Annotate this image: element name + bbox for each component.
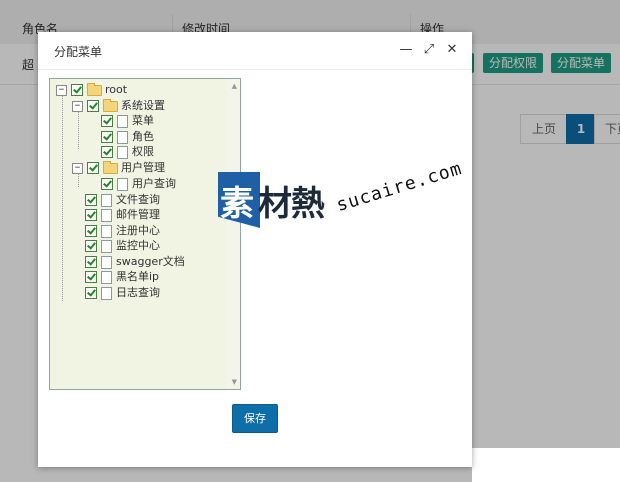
file-icon: [101, 193, 112, 207]
tree-node-user-management[interactable]: − 用户管理: [72, 160, 165, 175]
save-button[interactable]: 保存: [232, 404, 278, 433]
tree-node-log-query[interactable]: 日志查询: [85, 286, 160, 300]
tree-node-label: 用户管理: [121, 161, 165, 174]
assign-menu-dialog: 分配菜单 — ⤢ ✕ − root − 系统设置 菜单 角色 权限 − 用户管理 用户…: [38, 32, 472, 467]
tree-node-label: 权限: [132, 145, 154, 158]
tree-node-label: 监控中心: [116, 239, 160, 252]
tree-scrollbar[interactable]: ▲ ▼: [226, 79, 240, 389]
page-blank-area: [472, 448, 620, 482]
file-icon: [117, 130, 128, 144]
file-icon: [101, 286, 112, 300]
file-icon: [117, 177, 128, 191]
tree-node-label: 系统设置: [121, 99, 165, 112]
tree-node-label: 注册中心: [116, 224, 160, 237]
file-icon: [117, 145, 128, 159]
checkbox-checked[interactable]: [85, 240, 97, 252]
checkbox-checked[interactable]: [85, 225, 97, 237]
tree-node-label: root: [105, 83, 128, 96]
close-icon[interactable]: ✕: [444, 42, 460, 58]
tree-node-swagger-docs[interactable]: swagger文档: [85, 255, 185, 269]
collapse-icon[interactable]: −: [56, 84, 67, 96]
tree-connector: [62, 95, 63, 301]
tree-node-mail-management[interactable]: 邮件管理: [85, 208, 160, 222]
dialog-title: 分配菜单: [54, 45, 103, 59]
tree-node-label: swagger文档: [116, 255, 185, 268]
tree-node-permission[interactable]: 权限: [101, 145, 154, 159]
checkbox-checked[interactable]: [85, 287, 97, 299]
folder-icon: [103, 98, 118, 112]
file-icon: [101, 255, 112, 269]
tree-node-label: 黑名单ip: [116, 270, 160, 283]
scroll-up-icon[interactable]: ▲: [232, 82, 237, 90]
scroll-down-icon[interactable]: ▼: [232, 378, 237, 386]
checkbox-checked[interactable]: [71, 84, 83, 96]
maximize-icon[interactable]: ⤢: [421, 42, 437, 58]
tree-node-system-settings[interactable]: − 系统设置: [72, 98, 165, 113]
file-icon: [101, 270, 112, 284]
tree-connector: [78, 109, 79, 149]
checkbox-checked[interactable]: [85, 194, 97, 206]
tree-node-label: 文件查询: [116, 193, 160, 206]
tree-node-label: 用户查询: [132, 177, 176, 190]
folder-icon: [87, 82, 102, 96]
watermark-text: 材熱: [258, 184, 325, 224]
tree-node-label: 角色: [132, 130, 154, 143]
checkbox-checked[interactable]: [87, 100, 99, 112]
tree-node-ip-blacklist[interactable]: 黑名单ip: [85, 270, 159, 284]
tree-node-registry-center[interactable]: 注册中心: [85, 224, 160, 238]
tree-node-file-query[interactable]: 文件查询: [85, 193, 160, 207]
tree-node-monitor-center[interactable]: 监控中心: [85, 239, 160, 253]
watermark-logo-text: 素: [220, 184, 254, 224]
checkbox-checked[interactable]: [85, 256, 97, 268]
collapse-icon[interactable]: −: [72, 162, 83, 174]
checkbox-checked[interactable]: [85, 209, 97, 221]
minimize-icon[interactable]: —: [398, 42, 414, 58]
checkbox-checked[interactable]: [101, 146, 113, 158]
checkbox-checked[interactable]: [101, 131, 113, 143]
checkbox-checked[interactable]: [87, 162, 99, 174]
tree-node-root[interactable]: − root: [56, 82, 128, 97]
tree-node-user-query[interactable]: 用户查询: [101, 177, 176, 191]
tree-node-menu[interactable]: 菜单: [101, 114, 154, 128]
tree-node-label: 菜单: [132, 114, 154, 127]
file-icon: [101, 239, 112, 253]
file-icon: [117, 114, 128, 128]
tree-node-role[interactable]: 角色: [101, 130, 154, 144]
tree-node-label: 日志查询: [116, 286, 160, 299]
menu-tree[interactable]: − root − 系统设置 菜单 角色 权限 − 用户管理 用户查询 文件查询 邮件管…: [49, 78, 241, 390]
file-icon: [101, 208, 112, 222]
checkbox-checked[interactable]: [101, 178, 113, 190]
collapse-icon[interactable]: −: [72, 100, 83, 112]
tree-node-label: 邮件管理: [116, 208, 160, 221]
dialog-header: 分配菜单 — ⤢ ✕: [38, 32, 472, 70]
file-icon: [101, 224, 112, 238]
checkbox-checked[interactable]: [85, 271, 97, 283]
folder-icon: [103, 160, 118, 174]
checkbox-checked[interactable]: [101, 115, 113, 127]
